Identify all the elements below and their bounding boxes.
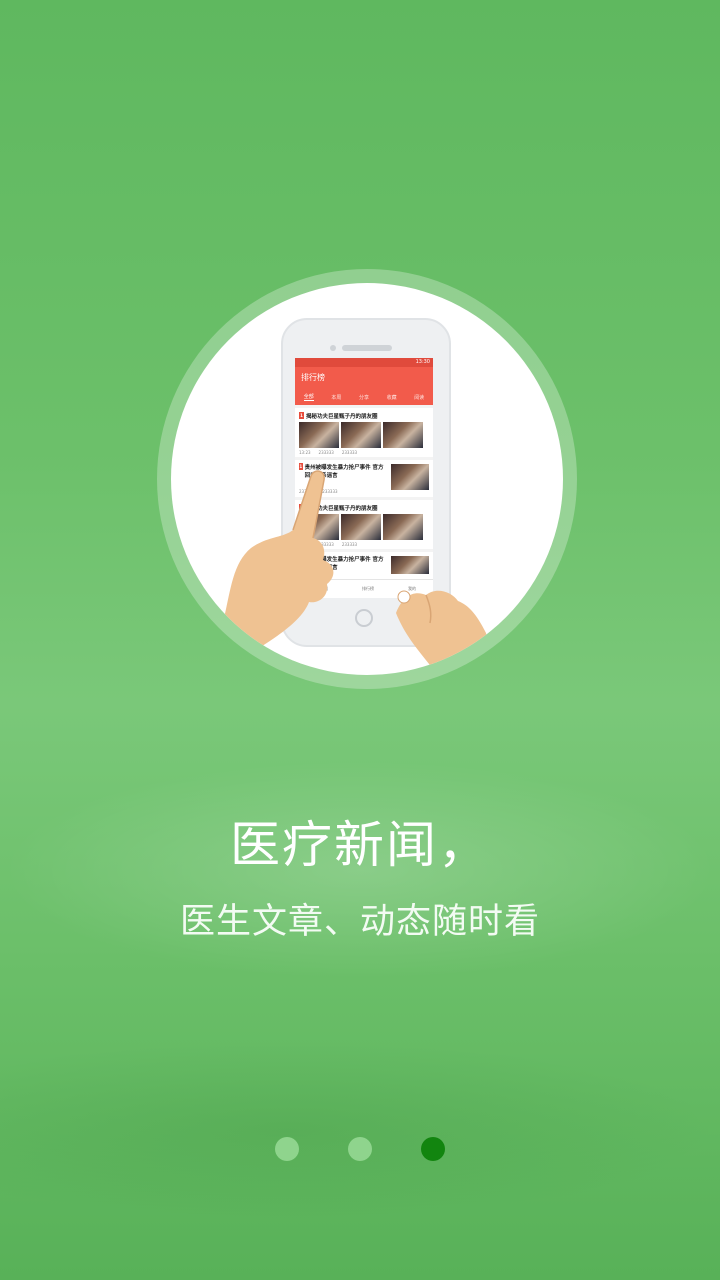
list-item-title: 揭秘功夫巨星甄子丹的朋友圈 — [306, 413, 378, 420]
illustration: 13:30 排行榜 全部 本周 分享 收藏 阅读 1 揭秘功夫巨星甄子丹的朋友圈 … — [171, 283, 563, 675]
thumbnail — [341, 514, 381, 540]
page-dot-3-active[interactable] — [421, 1137, 445, 1161]
list-item-views: 233333 — [318, 450, 334, 455]
thumbnail — [383, 422, 423, 448]
phone-speaker — [342, 345, 392, 351]
left-hand-illustration — [223, 470, 334, 648]
thumbnail — [299, 422, 339, 448]
thumbnail — [391, 556, 429, 574]
page-dot-2[interactable] — [348, 1137, 372, 1161]
page-indicator — [0, 1137, 720, 1161]
status-bar: 13:30 — [295, 358, 433, 367]
list-item: 1揭秘功夫巨星甄子丹的朋友圈 13:23 233333 233333 — [295, 408, 433, 457]
splash-headline: 医疗新闻， — [230, 816, 490, 874]
list-item-shares: 233333 — [341, 450, 358, 455]
thumbnail — [383, 514, 423, 540]
list-item-time: 13:23 — [299, 450, 311, 455]
background-water — [0, 1040, 720, 1220]
list-item-shares: 233333 — [341, 542, 358, 547]
phone-home-button — [355, 609, 373, 627]
tab-share: 分享 — [358, 394, 369, 401]
nav-ranking: 排行榜 — [362, 586, 374, 591]
rank-badge: 1 — [299, 412, 304, 419]
tab-week: 本周 — [331, 394, 342, 401]
phone-camera — [330, 345, 336, 351]
tab-favorite: 收藏 — [386, 394, 397, 401]
splash-subline: 医生文章、动态随时看 — [179, 902, 540, 942]
right-hand-illustration — [396, 590, 496, 673]
page-dot-1[interactable] — [275, 1137, 299, 1161]
thumbnail — [391, 464, 429, 490]
tab-read: 阅读 — [414, 394, 425, 401]
app-title: 排行榜 — [295, 367, 433, 389]
thumbnail — [341, 422, 381, 448]
tab-all: 全部 — [303, 394, 314, 401]
tab-bar: 全部 本周 分享 收藏 阅读 — [295, 389, 433, 405]
